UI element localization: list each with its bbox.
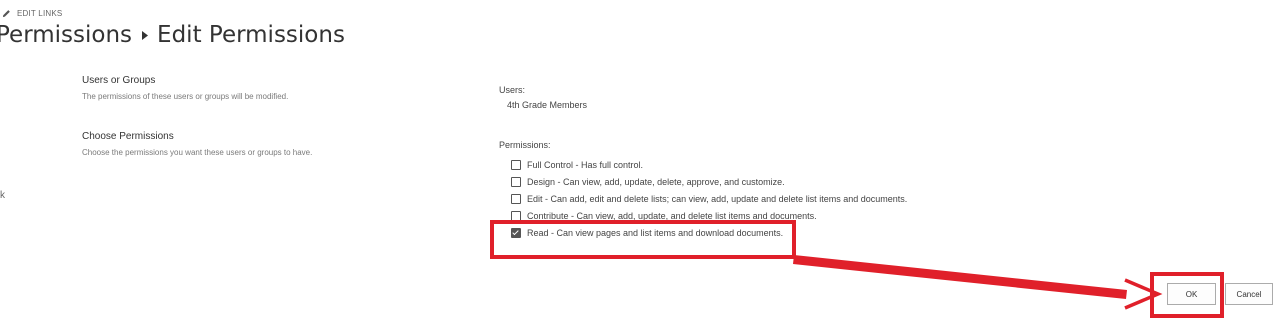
page-title: Permissions Edit Permissions — [0, 22, 345, 48]
permissions-list: Full Control - Has full control. Design … — [511, 156, 907, 241]
permission-label: Design - Can view, add, update, delete, … — [527, 176, 785, 187]
edit-links-label: EDIT LINKS — [17, 9, 63, 18]
permission-label: Edit - Can add, edit and delete lists; c… — [527, 193, 908, 204]
users-or-groups-title: Users or Groups — [82, 75, 156, 86]
edit-checkbox[interactable] — [511, 193, 521, 204]
ok-button[interactable]: OK — [1167, 283, 1216, 305]
choose-permissions-title: Choose Permissions — [82, 131, 174, 142]
users-value: 4th Grade Members — [507, 100, 588, 110]
edit-links-button[interactable]: EDIT LINKS — [2, 9, 62, 18]
read-checkbox[interactable] — [511, 227, 521, 238]
pencil-icon — [2, 9, 11, 18]
permission-label: Full Control - Has full control. — [527, 159, 644, 170]
edit-permissions-page: EDIT LINKS Permissions Edit Permissions … — [0, 0, 1280, 330]
design-checkbox[interactable] — [511, 176, 521, 187]
breadcrumb-parent-link[interactable]: Permissions — [0, 22, 132, 48]
users-field: Users: 4th Grade Members — [499, 85, 587, 110]
permissions-label: Permissions: — [499, 140, 551, 150]
permission-option-edit[interactable]: Edit - Can add, edit and delete lists; c… — [511, 190, 907, 207]
choose-permissions-description: Choose the permissions you want these us… — [82, 148, 313, 157]
users-or-groups-section: Users or Groups The permissions of these… — [82, 75, 288, 101]
full-control-checkbox[interactable] — [511, 159, 521, 170]
permission-option-full-control[interactable]: Full Control - Has full control. — [511, 156, 907, 173]
caret-right-icon — [142, 30, 149, 40]
truncated-left-text: k — [0, 190, 5, 201]
permission-option-contribute[interactable]: Contribute - Can view, add, update, and … — [511, 207, 907, 224]
users-or-groups-description: The permissions of these users or groups… — [82, 92, 289, 101]
breadcrumb-current: Edit Permissions — [157, 22, 345, 48]
contribute-checkbox[interactable] — [511, 210, 521, 221]
permission-label: Contribute - Can view, add, update, and … — [527, 210, 817, 221]
permission-option-design[interactable]: Design - Can view, add, update, delete, … — [511, 173, 907, 190]
permissions-field: Permissions: Full Control - Has full con… — [499, 140, 907, 241]
users-label: Users: — [499, 85, 526, 95]
permission-label: Read - Can view pages and list items and… — [527, 227, 784, 238]
choose-permissions-section: Choose Permissions Choose the permission… — [82, 131, 312, 157]
cancel-button[interactable]: Cancel — [1225, 283, 1273, 305]
permission-option-read[interactable]: Read - Can view pages and list items and… — [511, 224, 907, 241]
